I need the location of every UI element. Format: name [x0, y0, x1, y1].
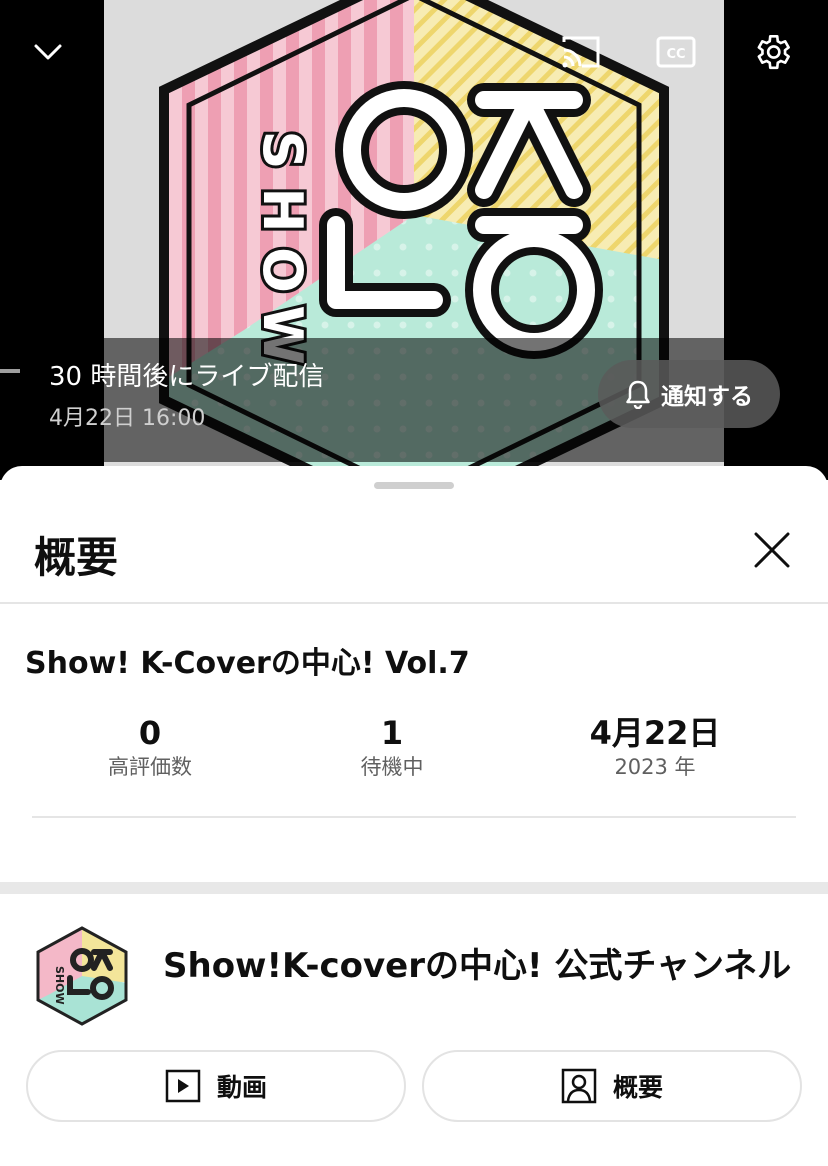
sheet-title: 概要 [34, 533, 119, 582]
notify-button-label: 通知する [661, 384, 753, 410]
likes-count: 0 [138, 714, 162, 752]
video-player[interactable]: S H O W CC 30 時間後にライブ配信 4月22日 16:00 通知する [0, 0, 828, 480]
closed-captions-icon: CC [656, 36, 696, 68]
date-stat: 4月22日 2023 年 [560, 714, 750, 782]
cast-button[interactable] [554, 26, 606, 78]
about-button-label: 概要 [612, 1073, 663, 1102]
logo-letter: S [251, 131, 314, 170]
logo-letter: H [251, 187, 314, 232]
person-icon [561, 1068, 597, 1104]
settings-button[interactable] [746, 26, 798, 78]
channel-logo-icon: SHOW [36, 926, 128, 1026]
collapse-player-button[interactable] [22, 26, 74, 78]
captions-button[interactable]: CC [650, 26, 702, 78]
scheduled-year: 2023 年 [614, 755, 696, 779]
close-button[interactable] [748, 526, 796, 574]
likes-stat: 0 高評価数 [60, 714, 240, 782]
divider [0, 602, 828, 604]
likes-label: 高評価数 [108, 755, 192, 779]
progress-indicator [0, 369, 20, 373]
channel-name[interactable]: Show!K-coverの中心! 公式チャンネル [163, 938, 791, 987]
channel-avatar-text: SHOW [53, 966, 66, 1005]
live-scheduled-date: 4月22日 16:00 [49, 406, 206, 431]
videos-button[interactable]: 動画 [26, 1050, 406, 1122]
videos-button-label: 動画 [216, 1073, 267, 1102]
chevron-down-icon [34, 44, 62, 60]
about-button[interactable]: 概要 [422, 1050, 802, 1122]
description-sheet: 概要 Show! K-Coverの中心! Vol.7 0 高評価数 1 待機中 … [0, 466, 828, 1166]
gear-icon [757, 34, 790, 70]
sheet-drag-handle[interactable] [374, 482, 454, 489]
divider [32, 816, 796, 818]
video-title: Show! K-Coverの中心! Vol.7 [25, 646, 470, 681]
notify-button[interactable]: 通知する [598, 360, 780, 428]
logo-letter: O [251, 247, 314, 293]
bell-icon [626, 380, 650, 409]
scheduled-date: 4月22日 [589, 714, 721, 752]
live-countdown-text: 30 時間後にライブ配信 [49, 362, 325, 392]
waiting-stat: 1 待機中 [302, 714, 482, 782]
svg-text:CC: CC [666, 47, 685, 62]
close-icon [754, 532, 790, 568]
play-square-icon [165, 1069, 201, 1103]
waiting-label: 待機中 [360, 755, 424, 779]
channel-avatar[interactable]: SHOW [30, 924, 134, 1028]
cast-icon [562, 36, 600, 68]
section-separator [0, 882, 828, 894]
waiting-count: 1 [380, 714, 404, 752]
